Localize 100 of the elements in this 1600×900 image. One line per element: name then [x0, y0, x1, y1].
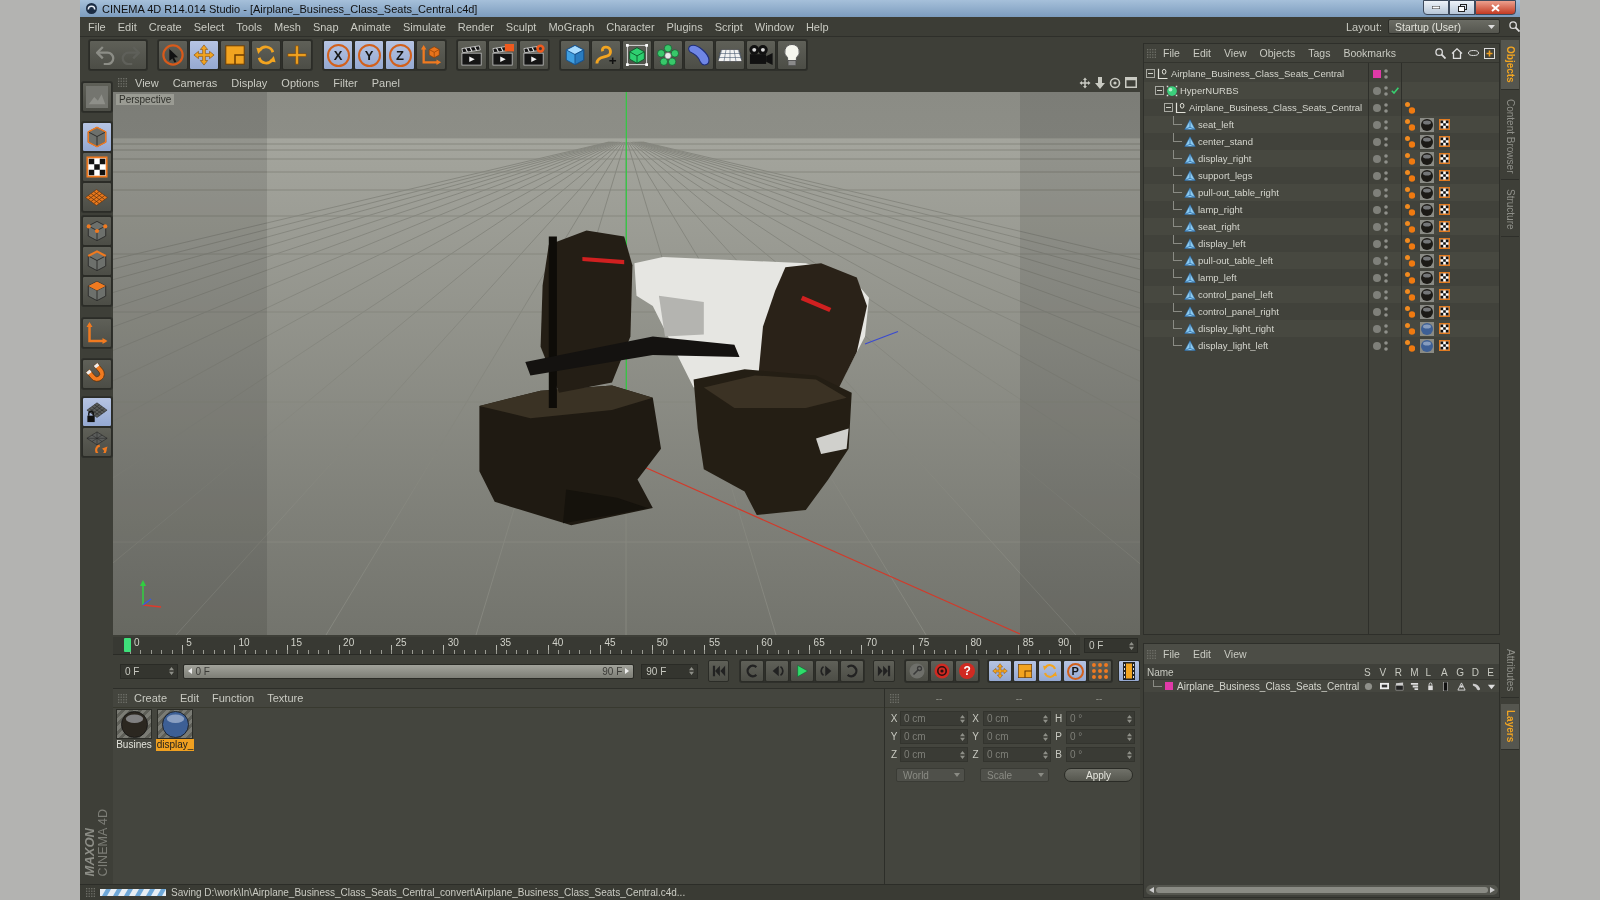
panel-tab[interactable]: Content Browser	[1501, 92, 1519, 181]
frame-field[interactable]: 0 F	[120, 663, 179, 679]
object-row[interactable]: display_right	[1144, 150, 1499, 167]
material-name[interactable]: display_	[155, 739, 195, 751]
menu-item[interactable]: Sculpt	[499, 20, 543, 33]
move-tool-button[interactable]	[189, 40, 219, 70]
menu-item[interactable]: Snap	[306, 20, 345, 33]
menu-item[interactable]: Filter	[327, 76, 364, 89]
cube-button[interactable]	[560, 40, 590, 70]
floor-button[interactable]	[715, 40, 745, 70]
make-editable-button[interactable]	[81, 82, 112, 112]
play-button[interactable]	[790, 660, 815, 682]
panel-tab[interactable]: Objects	[1501, 40, 1519, 90]
go-to-start-button[interactable]	[707, 660, 730, 682]
menu-item[interactable]: Help	[799, 20, 835, 33]
menu-item[interactable]: File	[1157, 648, 1186, 660]
model-mode-button[interactable]	[81, 122, 112, 152]
apply-button[interactable]: Apply	[1064, 768, 1133, 782]
coordinate-system-button[interactable]	[416, 40, 446, 70]
cloner-button[interactable]	[653, 40, 683, 70]
menu-item[interactable]: Display	[225, 76, 274, 89]
menu-item[interactable]: File	[1157, 47, 1186, 59]
polygons-mode-button[interactable]	[81, 276, 112, 306]
object-row[interactable]: pull-out_table_right	[1144, 184, 1499, 201]
frame-field[interactable]: 90 F	[641, 663, 698, 679]
parameter-key-button[interactable]: P	[1063, 660, 1088, 682]
menu-item[interactable]: Function	[206, 692, 261, 704]
menu-item[interactable]: File	[82, 20, 112, 33]
menu-item[interactable]: Tags	[1302, 47, 1337, 59]
minimize-button[interactable]	[1423, 0, 1449, 15]
spline-button[interactable]	[591, 40, 621, 70]
render-settings-button[interactable]	[519, 40, 549, 70]
menu-item[interactable]: Texture	[261, 692, 310, 704]
object-row[interactable]: seat_left	[1144, 116, 1499, 133]
keyframe-selection-button[interactable]: ?	[955, 660, 980, 682]
deformer-button[interactable]	[684, 40, 714, 70]
menu-item[interactable]: Mesh	[268, 20, 307, 33]
menu-item[interactable]: Cameras	[166, 76, 224, 89]
layer-row[interactable]: Airplane_Business_Class_Seats_Central	[1144, 680, 1499, 692]
edges-mode-button[interactable]	[81, 246, 112, 276]
lock-workplane-button[interactable]	[81, 397, 112, 427]
menu-item[interactable]: Options	[275, 76, 326, 89]
menu-item[interactable]: Animate	[344, 20, 397, 33]
render-view-button[interactable]	[457, 40, 487, 70]
object-row[interactable]: display_light_right	[1144, 320, 1499, 337]
menu-item[interactable]: Edit	[1186, 648, 1217, 660]
menu-item[interactable]: Edit	[174, 692, 205, 704]
texture-mode-button[interactable]	[81, 152, 112, 182]
points-mode-button[interactable]	[81, 216, 112, 246]
menu-item[interactable]: Objects	[1253, 47, 1302, 59]
menu-item[interactable]: Script	[708, 20, 749, 33]
material-name[interactable]: Busines	[115, 739, 153, 751]
recent-tool-button[interactable]	[282, 40, 312, 70]
menu-item[interactable]: Character	[600, 20, 661, 33]
close-button[interactable]	[1475, 0, 1516, 15]
object-row[interactable]: pull-out_table_left	[1144, 252, 1499, 269]
select-tool-button[interactable]	[158, 40, 188, 70]
menu-item[interactable]: View	[129, 76, 165, 89]
playhead-handle[interactable]	[124, 637, 131, 652]
scrollbar-thumb[interactable]	[1156, 887, 1488, 893]
menu-item[interactable]: Edit	[111, 20, 143, 33]
menu-item[interactable]: Panel	[365, 76, 406, 89]
frame-field[interactable]: 0 F	[1084, 638, 1138, 653]
undo-button[interactable]	[89, 40, 147, 70]
timeline-ruler[interactable]: 0 5 10 15 20 25 30 35 40 45 50 55 60 65 70 75 80 85 90	[113, 636, 1080, 655]
snap-button[interactable]	[81, 359, 112, 389]
menu-item[interactable]: View	[1218, 648, 1253, 660]
menu-item[interactable]: Window	[748, 20, 800, 33]
planar-workplane-button[interactable]	[81, 427, 112, 457]
menu-item[interactable]: Tools	[230, 20, 268, 33]
workplane-mode-button[interactable]	[81, 182, 112, 212]
menu-item[interactable]: MoGraph	[542, 20, 601, 33]
go-to-end-button[interactable]	[873, 660, 896, 682]
horizontal-scrollbar[interactable]	[1146, 885, 1498, 895]
menu-item[interactable]: Plugins	[660, 20, 709, 33]
subdivision-button[interactable]	[622, 40, 652, 70]
menu-item[interactable]: Create	[142, 20, 188, 33]
panel-tab[interactable]: Attributes	[1501, 643, 1519, 699]
timeline-window-button[interactable]	[1118, 660, 1140, 682]
panel-tab[interactable]: Structure	[1501, 183, 1519, 237]
menu-item[interactable]: Create	[128, 692, 174, 704]
axis-lock-button[interactable]: Z	[385, 40, 415, 70]
scale-key-button[interactable]	[1013, 660, 1038, 682]
maximize-button[interactable]	[1449, 0, 1475, 15]
rotate-key-button[interactable]	[1038, 660, 1063, 682]
axis-lock-button[interactable]: X	[323, 40, 353, 70]
object-row[interactable]: seat_right	[1144, 218, 1499, 235]
autokey-button[interactable]	[930, 660, 955, 682]
render-picture-button[interactable]	[488, 40, 518, 70]
preview-range-bar[interactable]: 0 F 90 F	[183, 663, 635, 679]
rotate-tool-button[interactable]	[251, 40, 281, 70]
object-row[interactable]: control_panel_left	[1144, 286, 1499, 303]
point-level-key-button[interactable]	[1088, 660, 1113, 682]
record-key-button[interactable]	[905, 660, 930, 682]
camera-button[interactable]	[746, 40, 776, 70]
axis-lock-button[interactable]: Y	[354, 40, 384, 70]
menu-item[interactable]: Select	[187, 20, 231, 33]
axis-mode-button[interactable]	[81, 318, 112, 348]
object-row[interactable]: HyperNURBS	[1144, 82, 1499, 99]
scale-tool-button[interactable]	[220, 40, 250, 70]
